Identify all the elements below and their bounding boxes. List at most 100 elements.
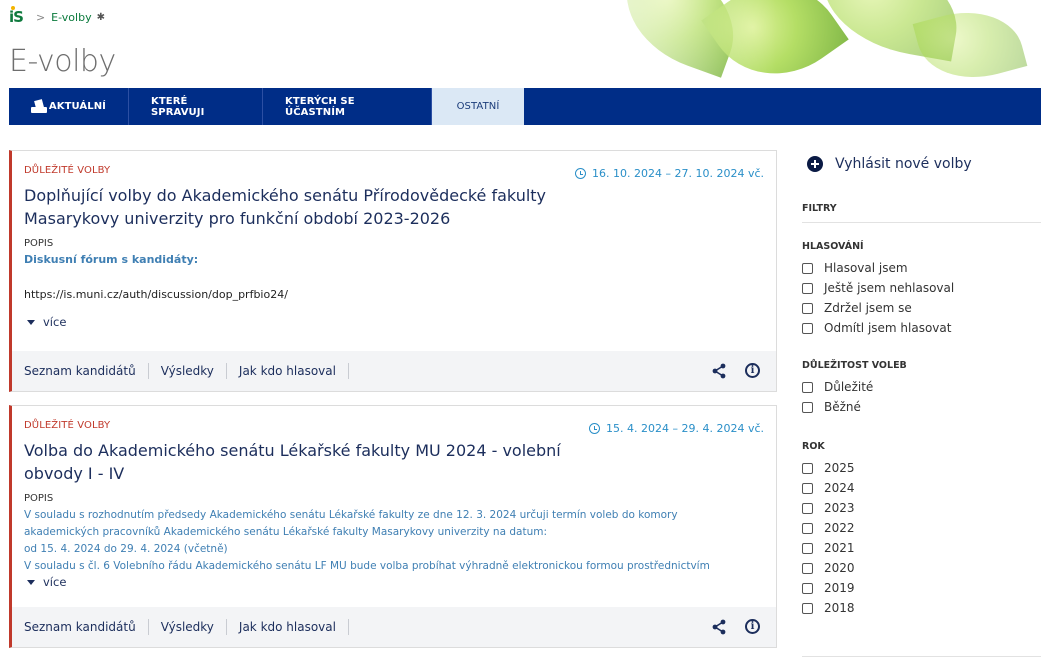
caret-down-icon bbox=[27, 579, 35, 585]
is-logo[interactable]: iS bbox=[9, 6, 24, 26]
checkbox-label: 2023 bbox=[824, 501, 855, 515]
filter-group-heading: DŮLEŽITOST VOLEB bbox=[802, 360, 907, 371]
election-title[interactable]: Volba do Akademického senátu Lékařské fa… bbox=[24, 439, 599, 485]
filter-checkbox[interactable]: Důležité bbox=[802, 377, 1041, 397]
checkbox-label: Běžné bbox=[824, 400, 861, 414]
breadcrumb: iS > E-volby ✱ bbox=[9, 6, 105, 26]
checkbox-box[interactable] bbox=[802, 462, 813, 474]
clock-icon bbox=[589, 423, 600, 434]
who-voted-link[interactable]: Jak kdo hlasoval bbox=[227, 619, 349, 635]
filter-checkbox[interactable]: 2020 bbox=[802, 558, 1041, 578]
description-line: akademických pracovníků Akademického sen… bbox=[24, 526, 547, 538]
checkbox-box[interactable] bbox=[802, 282, 813, 294]
checkbox-box[interactable] bbox=[802, 602, 813, 614]
more-toggle[interactable]: více bbox=[24, 315, 764, 329]
more-label: více bbox=[43, 315, 67, 329]
checkbox-label: 2022 bbox=[824, 521, 855, 535]
filter-checkbox[interactable]: 2018 bbox=[802, 598, 1041, 618]
filter-checkbox[interactable]: Ještě jsem nehlasoval bbox=[802, 278, 1041, 298]
tab-kterych-se-ucastnim[interactable]: KTERÝCH SE ÚČASTNÍM bbox=[263, 88, 432, 125]
election-dates: 16. 10. 2024 – 27. 10. 2024 vč. bbox=[575, 167, 764, 180]
filters-heading: FILTRY bbox=[802, 203, 1041, 223]
tab-label: KTERÝCH SE ÚČASTNÍM bbox=[285, 95, 355, 118]
ballot-box-icon bbox=[31, 99, 47, 113]
tab-ostatni[interactable]: OSTATNÍ bbox=[432, 88, 524, 125]
election-card: DŮLEŽITÉ VOLBY 15. 4. 2024 – 29. 4. 2024… bbox=[9, 405, 777, 648]
election-card: DŮLEŽITÉ VOLBY 16. 10. 2024 – 27. 10. 20… bbox=[9, 150, 777, 392]
share-icon[interactable] bbox=[712, 363, 726, 379]
caret-down-icon bbox=[27, 319, 35, 325]
filter-checkbox[interactable]: Odmítl jsem hlasovat bbox=[802, 318, 1041, 338]
checkbox-box[interactable] bbox=[802, 322, 813, 334]
filter-group-heading: ROK bbox=[802, 441, 825, 452]
page-title: E-volby bbox=[9, 44, 116, 79]
filter-checkbox[interactable]: 2022 bbox=[802, 518, 1041, 538]
checkbox-box[interactable] bbox=[802, 482, 813, 494]
description-line: V souladu s rozhodnutím předsedy Akademi… bbox=[24, 509, 678, 521]
checkbox-box[interactable] bbox=[802, 262, 813, 274]
candidates-link[interactable]: Seznam kandidátů bbox=[24, 363, 149, 379]
card-footer: Seznam kandidátů Výsledky Jak kdo hlasov… bbox=[12, 351, 776, 391]
checkbox-label: 2020 bbox=[824, 561, 855, 575]
checkbox-box[interactable] bbox=[802, 562, 813, 574]
checkbox-label: Zdržel jsem se bbox=[824, 301, 912, 315]
tab-label: OSTATNÍ bbox=[456, 101, 500, 112]
filter-checkbox[interactable]: 2023 bbox=[802, 498, 1041, 518]
discussion-url[interactable]: https://is.muni.cz/auth/discussion/dop_p… bbox=[24, 288, 764, 301]
election-dates: 15. 4. 2024 – 29. 4. 2024 vč. bbox=[589, 422, 764, 435]
description-label: POPIS bbox=[24, 493, 54, 504]
filter-checkbox[interactable]: 2021 bbox=[802, 538, 1041, 558]
checkbox-label: 2025 bbox=[824, 461, 855, 475]
checkbox-label: 2021 bbox=[824, 541, 855, 555]
checkbox-box[interactable] bbox=[802, 401, 813, 413]
tab-ktere-spravuji[interactable]: KTERÉ SPRAVUJI bbox=[129, 88, 263, 125]
date-range: 16. 10. 2024 – 27. 10. 2024 vč. bbox=[592, 167, 764, 180]
description-line: od 15. 4. 2024 do 29. 4. 2024 (včetně) bbox=[24, 543, 228, 555]
filter-checkbox[interactable]: 2025 bbox=[802, 458, 1041, 478]
more-toggle[interactable]: více bbox=[24, 575, 764, 589]
breadcrumb-current[interactable]: E-volby bbox=[51, 11, 91, 24]
results-link[interactable]: Výsledky bbox=[149, 363, 227, 379]
checkbox-label: 2019 bbox=[824, 581, 855, 595]
checkbox-label: 2024 bbox=[824, 481, 855, 495]
checkbox-box[interactable] bbox=[802, 381, 813, 393]
tab-aktualni[interactable]: AKTUÁLNÍ bbox=[9, 88, 129, 125]
checkbox-label: Důležité bbox=[824, 380, 874, 394]
checkbox-box[interactable] bbox=[802, 502, 813, 514]
filter-sidebar: Vyhlásit nové volby FILTRY HLASOVÁNÍ Hla… bbox=[802, 150, 1041, 618]
tab-label: KTERÉ SPRAVUJI bbox=[151, 95, 205, 118]
checkbox-box[interactable] bbox=[802, 302, 813, 314]
checkbox-box[interactable] bbox=[802, 542, 813, 554]
plus-circle-icon bbox=[807, 156, 823, 172]
info-icon[interactable]: i bbox=[745, 363, 760, 378]
description-text: Diskusní fórum s kandidáty: bbox=[24, 253, 199, 266]
tab-label: AKTUÁLNÍ bbox=[48, 101, 106, 112]
pin-icon[interactable]: ✱ bbox=[97, 12, 105, 23]
info-icon[interactable]: i bbox=[745, 619, 760, 634]
new-election-button[interactable]: Vyhlásit nové volby bbox=[802, 150, 1041, 178]
election-title[interactable]: Doplňující volby do Akademického senátu … bbox=[24, 184, 599, 230]
header-leaves-image bbox=[560, 0, 1041, 95]
card-footer: Seznam kandidátů Výsledky Jak kdo hlasov… bbox=[12, 607, 776, 647]
description-label: POPIS bbox=[24, 238, 54, 249]
candidates-link[interactable]: Seznam kandidátů bbox=[24, 619, 149, 635]
share-icon[interactable] bbox=[712, 619, 726, 635]
filter-checkbox[interactable]: 2019 bbox=[802, 578, 1041, 598]
more-label: více bbox=[43, 575, 67, 589]
new-election-label: Vyhlásit nové volby bbox=[835, 156, 972, 172]
date-range: 15. 4. 2024 – 29. 4. 2024 vč. bbox=[606, 422, 764, 435]
filter-checkbox[interactable]: 2024 bbox=[802, 478, 1041, 498]
checkbox-label: Odmítl jsem hlasovat bbox=[824, 321, 952, 335]
who-voted-link[interactable]: Jak kdo hlasoval bbox=[227, 363, 349, 379]
results-link[interactable]: Výsledky bbox=[149, 619, 227, 635]
filter-checkbox[interactable]: Hlasoval jsem bbox=[802, 258, 1041, 278]
checkbox-box[interactable] bbox=[802, 522, 813, 534]
checkbox-box[interactable] bbox=[802, 582, 813, 594]
clock-icon bbox=[575, 168, 586, 179]
sidebar-divider bbox=[802, 656, 1041, 657]
filter-checkbox[interactable]: Zdržel jsem se bbox=[802, 298, 1041, 318]
filter-checkbox[interactable]: Běžné bbox=[802, 397, 1041, 417]
checkbox-label: 2018 bbox=[824, 601, 855, 615]
filter-group-heading: HLASOVÁNÍ bbox=[802, 241, 864, 252]
main-tabbar: AKTUÁLNÍ KTERÉ SPRAVUJI KTERÝCH SE ÚČAST… bbox=[9, 88, 1041, 125]
